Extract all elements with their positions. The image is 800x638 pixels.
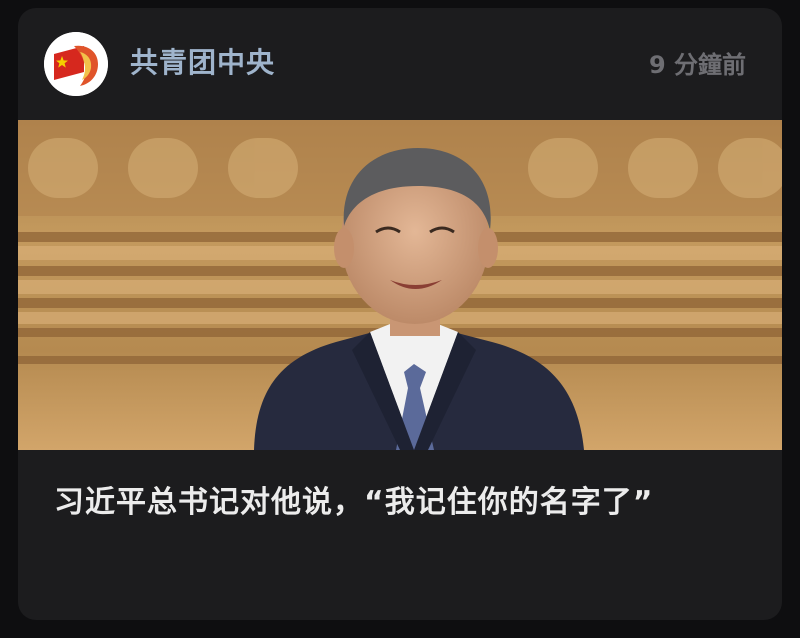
headline[interactable]: 习近平总书记对他说，“我记住你的名字了”: [54, 478, 754, 528]
photo-illustration: [18, 120, 782, 450]
post-timestamp: 9 分鐘前: [648, 51, 746, 79]
news-photo[interactable]: [18, 120, 782, 450]
news-card[interactable]: 共青团中央 9 分鐘前 习近平总书记对他说，“我记住你的名字了”: [18, 8, 782, 620]
source-avatar[interactable]: [44, 32, 108, 96]
card-header: 共青团中央 9 分鐘前: [18, 8, 782, 118]
league-logo-icon: [44, 32, 108, 96]
source-name[interactable]: 共青团中央: [130, 46, 275, 80]
